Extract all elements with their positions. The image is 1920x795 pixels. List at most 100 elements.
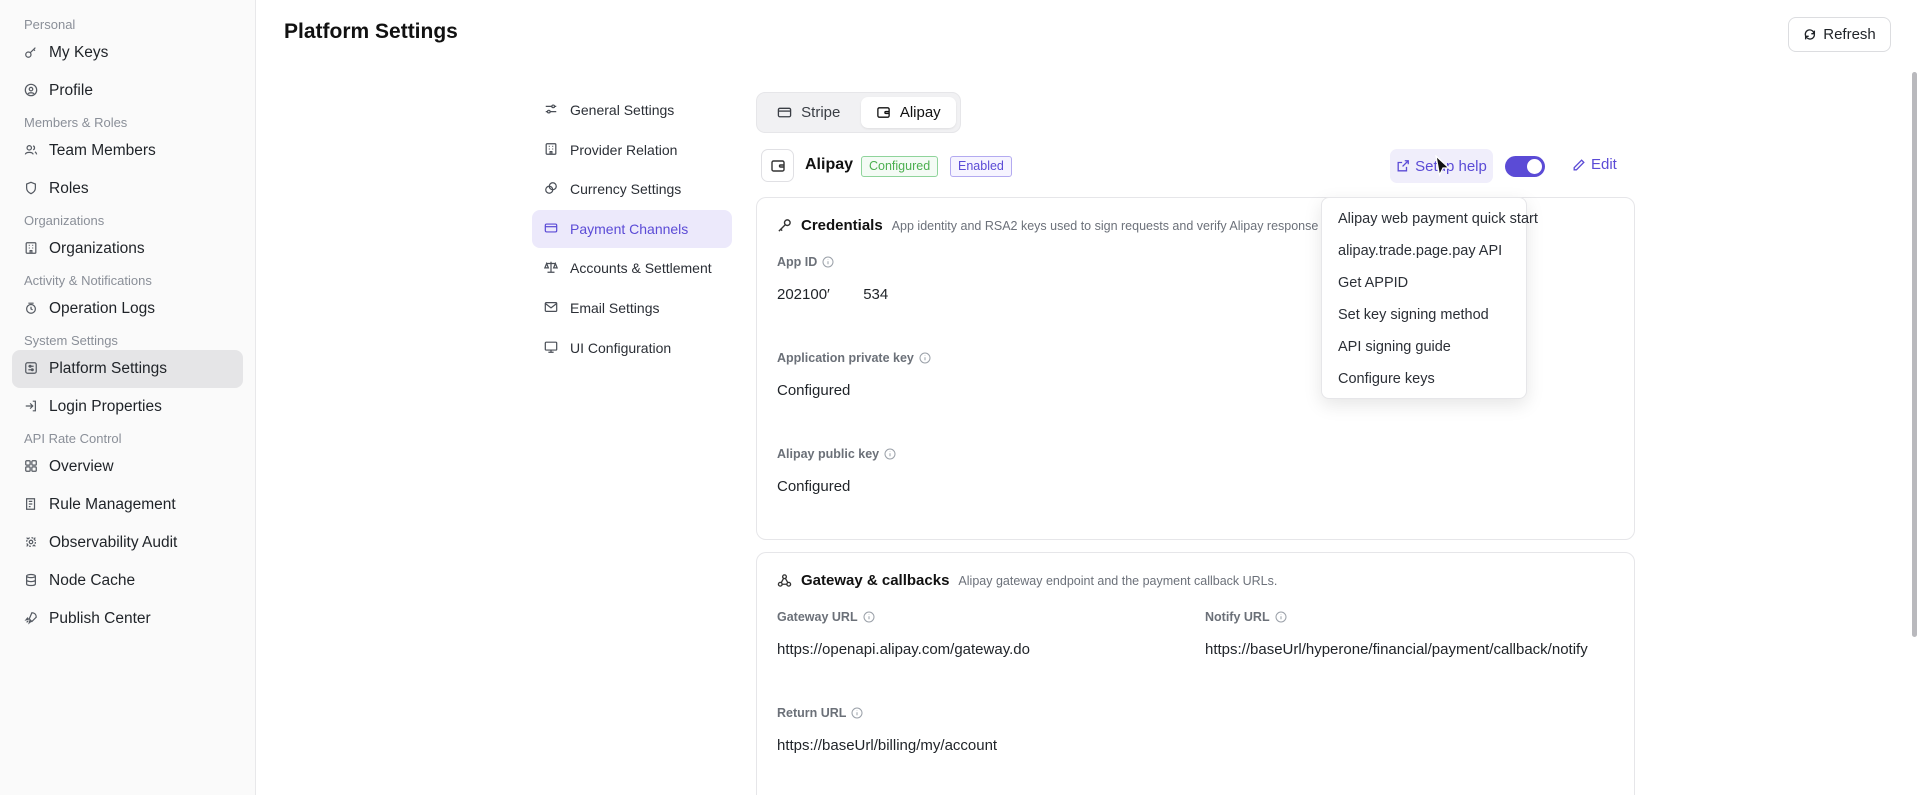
radar-icon	[24, 535, 40, 551]
edit-button[interactable]: Edit	[1572, 156, 1617, 173]
sidebar-item-observability-audit[interactable]: Observability Audit	[12, 524, 243, 562]
sidebar-group-personal: Personal	[24, 17, 76, 32]
menu-item-get-appid[interactable]: Get APPID	[1322, 267, 1526, 299]
gateway-card: Gateway & callbacks Alipay gateway endpo…	[756, 552, 1635, 795]
credit-card-icon	[544, 221, 560, 237]
users-icon	[24, 143, 40, 159]
settings-nav-general[interactable]: General Settings	[532, 91, 732, 129]
settings-nav-accounts-settlement[interactable]: Accounts & Settlement	[532, 249, 732, 287]
sidebar-group-members-roles: Members & Roles	[24, 115, 128, 130]
settings-nav-label: Payment Channels	[570, 220, 689, 237]
menu-item-quick-start[interactable]: Alipay web payment quick start	[1322, 203, 1538, 235]
tab-alipay[interactable]: Alipay	[860, 97, 956, 128]
channel-enabled-toggle[interactable]	[1505, 156, 1545, 177]
webhook-icon	[777, 573, 793, 589]
toggle-knob	[1527, 159, 1542, 174]
notify-url-value: https://baseUrl/hyperone/financial/payme…	[1205, 641, 1588, 658]
gateway-url-value: https://openapi.alipay.com/gateway.do	[777, 641, 1030, 658]
settings-nav-label: Provider Relation	[570, 141, 678, 158]
sidebar-item-organizations[interactable]: Organizations	[12, 230, 243, 268]
menu-item-key-signing-method[interactable]: Set key signing method	[1322, 299, 1526, 331]
sidebar-item-login-properties[interactable]: Login Properties	[12, 388, 243, 426]
sidebar-item-label: My Keys	[49, 44, 109, 61]
settings-nav-provider-relation[interactable]: Provider Relation	[532, 131, 732, 169]
info-icon[interactable]	[884, 448, 896, 460]
private-key-label: Application private key	[777, 351, 931, 365]
sidebar-item-label: Login Properties	[49, 398, 162, 415]
public-key-label-text: Alipay public key	[777, 447, 880, 461]
info-icon[interactable]	[851, 707, 863, 719]
channel-name: Alipay	[805, 156, 854, 173]
settings-nav-label: Accounts & Settlement	[570, 260, 712, 277]
sidebar-item-rule-management[interactable]: Rule Management	[12, 486, 243, 524]
public-key-value: Configured	[777, 478, 851, 495]
sidebar-item-my-keys[interactable]: My Keys	[12, 34, 243, 72]
settings-nav-label: Email Settings	[570, 299, 660, 316]
menu-item-signing-guide[interactable]: API signing guide	[1322, 331, 1526, 363]
info-icon[interactable]	[863, 611, 875, 623]
sidebar-item-node-cache[interactable]: Node Cache	[12, 562, 243, 600]
info-icon[interactable]	[1275, 611, 1287, 623]
settings-nav-currency[interactable]: Currency Settings	[532, 170, 732, 208]
scrollbar[interactable]	[1912, 72, 1917, 637]
coins-icon	[544, 181, 560, 197]
sidebar-item-label: Rule Management	[49, 496, 176, 513]
mail-icon	[544, 300, 560, 316]
grid-icon	[24, 459, 40, 475]
settings-nav-ui-configuration[interactable]: UI Configuration	[532, 329, 732, 367]
status-badge-configured: Configured	[861, 156, 939, 177]
return-url-label: Return URL	[777, 706, 863, 720]
settings-nav-payment-channels[interactable]: Payment Channels	[532, 209, 732, 248]
setup-help-menu: Alipay web payment quick start alipay.tr…	[1321, 197, 1538, 399]
sidebar-item-publish-center[interactable]: Publish Center	[12, 600, 243, 638]
private-key-value: Configured	[777, 382, 851, 399]
wallet-icon	[876, 105, 892, 121]
return-url-value: https://baseUrl/billing/my/account	[777, 737, 998, 754]
gateway-url-label: Gateway URL	[777, 610, 875, 624]
settings-nav-email[interactable]: Email Settings	[532, 289, 732, 327]
credentials-description: App identity and RSA2 keys used to sign …	[891, 218, 1319, 233]
sidebar-item-overview[interactable]: Overview	[12, 448, 243, 486]
log-icon	[24, 301, 40, 317]
key-icon	[24, 45, 40, 61]
menu-item-configure-keys[interactable]: Configure keys	[1322, 363, 1526, 395]
app-id-label: App ID	[777, 255, 834, 269]
info-icon[interactable]	[919, 352, 931, 364]
channel-tabs: Stripe Alipay	[756, 92, 961, 133]
sidebar-item-team-members[interactable]: Team Members	[12, 132, 243, 170]
shield-icon	[24, 181, 40, 197]
refresh-button[interactable]: Refresh	[1788, 17, 1891, 52]
sidebar-item-label: Organizations	[49, 240, 145, 257]
sidebar-item-label: Overview	[49, 458, 114, 475]
sidebar-item-platform-settings[interactable]: Platform Settings	[12, 350, 243, 388]
building-icon	[24, 241, 40, 257]
gateway-header: Gateway & callbacks Alipay gateway endpo…	[777, 572, 1277, 589]
app-id-value: 202100′ 534	[777, 286, 889, 303]
pencil-icon	[1572, 158, 1586, 172]
info-icon[interactable]	[822, 256, 834, 268]
sidebar-item-label: Operation Logs	[49, 300, 155, 317]
monitor-icon	[544, 340, 560, 356]
app-root: Personal My Keys Profile Members & Roles…	[0, 0, 1920, 795]
gateway-url-label-text: Gateway URL	[777, 610, 858, 624]
tab-stripe[interactable]: Stripe	[761, 97, 857, 128]
sidebar-item-roles[interactable]: Roles	[12, 170, 243, 208]
sliders-icon	[544, 102, 560, 118]
public-key-label: Alipay public key	[777, 447, 896, 461]
refresh-label: Refresh	[1823, 26, 1876, 43]
sidebar-item-label: Observability Audit	[49, 534, 178, 551]
sidebar-item-operation-logs[interactable]: Operation Logs	[12, 290, 243, 328]
sidebar-item-label: Publish Center	[49, 610, 151, 627]
sidebar-item-profile[interactable]: Profile	[12, 72, 243, 110]
notify-url-label: Notify URL	[1205, 610, 1287, 624]
refresh-icon	[1803, 28, 1817, 42]
sidebar-item-label: Node Cache	[49, 572, 136, 589]
gateway-title: Gateway & callbacks	[801, 572, 950, 589]
menu-item-page-pay-api[interactable]: alipay.trade.page.pay API	[1322, 235, 1526, 267]
settings-box-icon	[24, 361, 40, 377]
sidebar-item-label: Roles	[49, 180, 89, 197]
alipay-wallet-icon	[761, 149, 794, 182]
page-title: Platform Settings	[284, 20, 458, 43]
sidebar-group-organizations: Organizations	[24, 213, 105, 228]
credit-card-icon	[777, 105, 793, 121]
